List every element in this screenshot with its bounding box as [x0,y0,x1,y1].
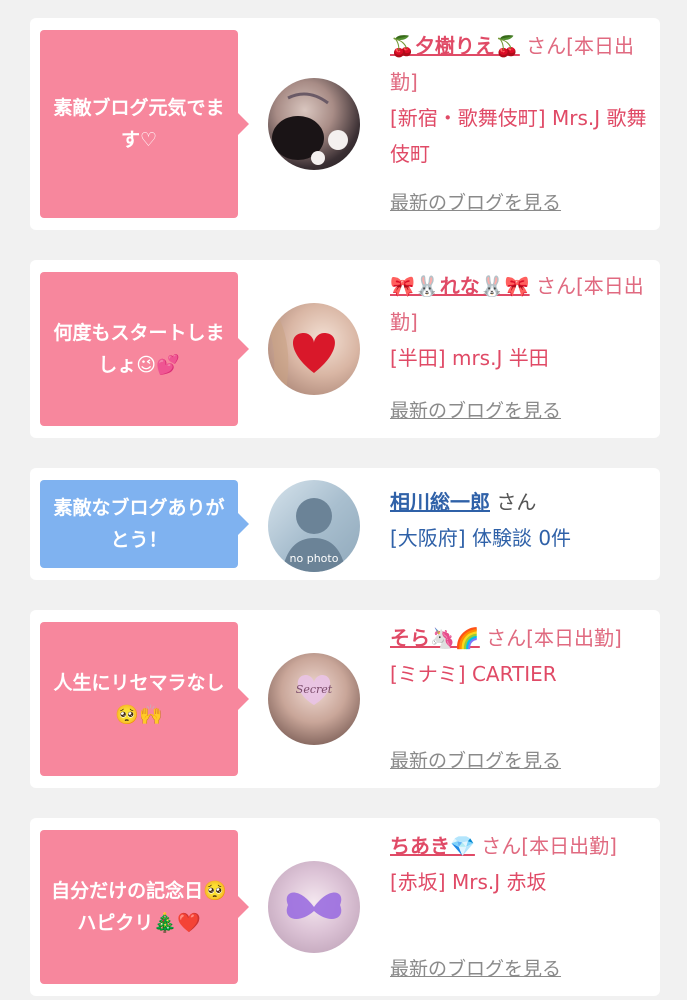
latest-blog-link[interactable]: 最新のブログを見る [390,396,561,423]
svg-text:no photo: no photo [290,552,339,565]
user-info: 相川総一郎 さん [大阪府] 体験談 0件 [390,484,648,556]
user-info: そら🦄🌈 さん[本日出勤] [ミナミ] CARTIER [390,620,648,692]
user-name-link[interactable]: 相川総一郎 [390,490,490,514]
shop-label: [ミナミ] CARTIER [390,662,557,686]
user-name-link[interactable]: ちあき💎 [390,834,475,858]
thanks-card: 何度もスタートしましょ😉💕 🎀🐰れな🐰🎀 さん[本日出勤] [半田] mrs.J… [30,260,660,438]
comment-bubble: 人生にリセマラなし🥺🙌 [40,622,249,776]
avatar-photo [286,892,342,919]
shop-label: [赤坂] Mrs.J 赤坂 [390,870,547,894]
user-suffix: さん[本日出勤] [486,626,622,650]
latest-blog-link[interactable]: 最新のブログを見る [390,746,561,773]
user-suffix: さん[本日出勤] [481,834,617,858]
user-info: 🍒夕樹りえ🍒 さん[本日出勤] [新宿・歌舞伎町] Mrs.J 歌舞伎町 [390,28,648,172]
comment-bubble: 何度もスタートしましょ😉💕 [40,272,249,426]
avatar-photo: no photo [282,498,346,572]
avatar-photo [268,309,335,395]
avatar[interactable] [268,861,360,953]
user-name-link[interactable]: そら🦄🌈 [390,626,480,650]
user-name-link[interactable]: 🎀🐰れな🐰🎀 [390,274,530,298]
shop-label: [半田] mrs.J 半田 [390,346,549,370]
user-info: 🎀🐰れな🐰🎀 さん[本日出勤] [半田] mrs.J 半田 [390,268,648,376]
comment-bubble: 自分だけの記念日🥺ハピクリ🎄❤️ [40,830,249,984]
thanks-card: 人生にリセマラなし🥺🙌 Secret そら🦄🌈 さん[本日出勤] [ミナミ] C… [30,610,660,788]
latest-blog-link[interactable]: 最新のブログを見る [390,954,561,981]
shop-label: [大阪府] 体験談 0件 [390,526,572,550]
user-suffix: さん [496,490,537,514]
latest-blog-link[interactable]: 最新のブログを見る [390,188,561,215]
thanks-card: 素敵ブログ元気でます♡ 🍒夕樹りえ🍒 さん[本日出勤] [新宿・歌舞伎町] Mr… [30,18,660,230]
thanks-card: 素敵なブログありがとう！ no photo 相川総一郎 さん [大阪府] 体験談… [30,468,660,580]
avatar[interactable] [268,78,360,170]
avatar[interactable] [268,303,360,395]
thanks-card: 自分だけの記念日🥺ハピクリ🎄❤️ ちあき💎 さん[本日出勤] [赤坂] Mrs.… [30,818,660,996]
shop-label: [新宿・歌舞伎町] Mrs.J 歌舞伎町 [390,106,647,166]
comment-bubble: 素敵なブログありがとう！ [40,480,249,568]
user-name-link[interactable]: 🍒夕樹りえ🍒 [390,34,520,58]
comment-bubble: 素敵ブログ元気でます♡ [40,30,249,218]
user-info: ちあき💎 さん[本日出勤] [赤坂] Mrs.J 赤坂 [390,828,648,900]
avatar[interactable]: no photo [268,480,360,572]
avatar-photo [272,92,348,165]
svg-text:Secret: Secret [296,683,333,696]
avatar[interactable]: Secret [268,653,360,745]
avatar-photo: Secret [296,675,333,705]
